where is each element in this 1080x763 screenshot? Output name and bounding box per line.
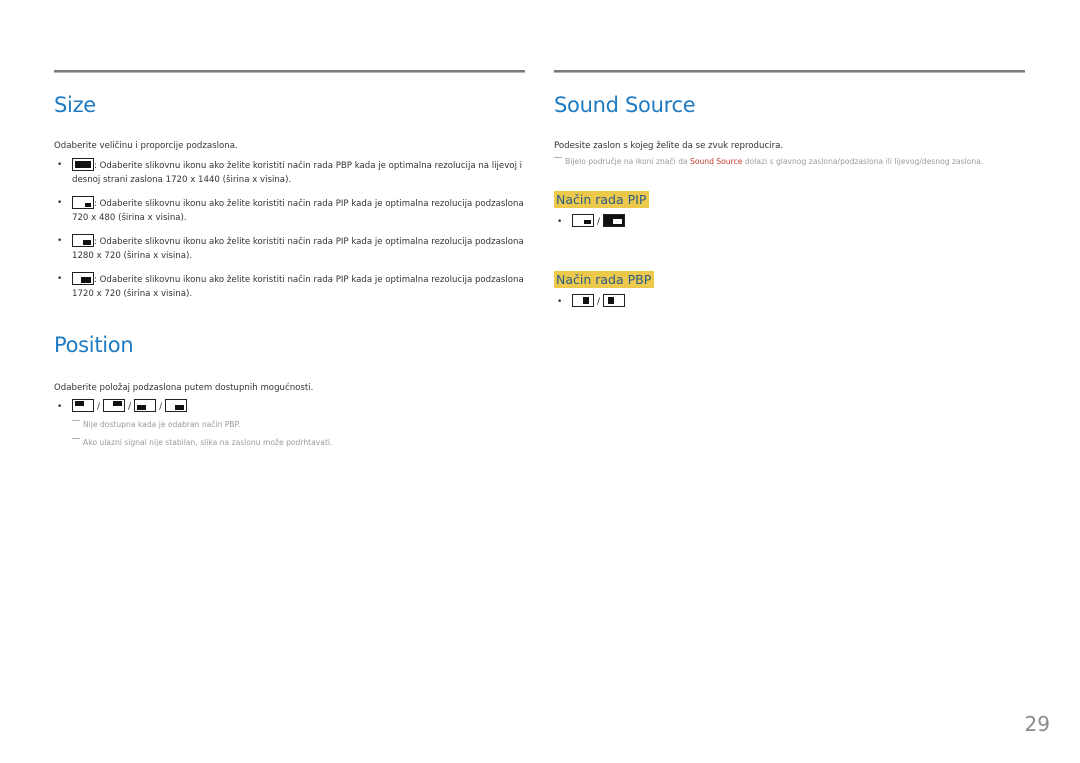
position-notes: Nije dostupna kada je odabran način PBP.… [54,417,525,450]
top-left-position-icon [72,399,94,412]
separator: / [128,402,132,412]
pip-sub-sound-icon [572,214,594,227]
note-text: dolazi s glavnog zaslona/podzaslona ili … [742,157,984,166]
note-dash-icon [72,420,80,421]
list-item: • : Odaberite slikovnu ikonu ako želite … [54,158,525,187]
pip-large-icon [72,272,94,285]
position-options: • / / / [54,399,525,415]
pbp-split-icon [72,158,94,171]
pbp-mode-heading: Način rada PBP [554,271,655,288]
pip-main-sound-icon [603,214,626,227]
size-item-text: : Odaberite slikovnu ikonu ako želite ko… [72,237,524,261]
bullet: • [557,217,563,227]
separator: / [597,217,601,227]
bullet: • [57,274,63,284]
list-item: • : Odaberite slikovnu ikonu ako želite … [54,234,525,263]
bullet: • [57,236,63,246]
size-intro: Odaberite veličinu i proporcije podzaslo… [54,141,238,151]
pbp-sound-options: • / [554,294,1025,310]
page-number: 29 [1024,712,1050,736]
bottom-right-position-icon [165,399,188,412]
sound-source-note: Bijelo područje na ikoni znači da Sound … [554,154,1025,169]
size-item-text: : Odaberite slikovnu ikonu ako želite ko… [72,275,524,299]
bullet: • [57,198,63,208]
bullet: • [557,297,563,307]
section-divider [54,70,525,73]
size-item-text: : Odaberite slikovnu ikonu ako želite ko… [72,161,523,185]
bullet: • [57,160,63,170]
size-options-list: • : Odaberite slikovnu ikonu ako želite … [54,158,525,301]
pip-sound-options: • / [554,214,1025,230]
position-title: Position [54,333,134,357]
bullet: • [57,402,63,412]
pip-mode-heading: Način rada PIP [554,191,650,208]
left-column: Size Odaberite veličinu i proporcije pod… [54,70,525,450]
top-right-position-icon [103,399,126,412]
note-emphasis: Sound Source [690,157,743,166]
position-intro: Odaberite položaj podzaslona putem dostu… [54,383,314,393]
section-divider [554,70,1025,73]
note-dash-icon [554,157,562,158]
size-item-text: : Odaberite slikovnu ikonu ako želite ko… [72,199,524,223]
pip-small-icon [72,196,94,209]
note-text: Ako ulazni signal nije stabilan, slika n… [83,438,333,447]
note: Ako ulazni signal nije stabilan, slika n… [72,435,525,450]
separator: / [97,402,101,412]
right-column: Sound Source Podesite zaslon s kojeg žel… [554,70,1025,310]
separator: / [597,297,601,307]
note-dash-icon [72,438,80,439]
sound-source-title: Sound Source [554,93,696,117]
note: Nije dostupna kada je odabran način PBP. [72,417,525,432]
sound-source-intro: Podesite zaslon s kojeg želite da se zvu… [554,141,784,151]
separator: / [159,402,163,412]
pip-medium-icon [72,234,94,247]
note-text: Nije dostupna kada je odabran način PBP. [83,420,241,429]
note-text: Bijelo područje na ikoni znači da [565,157,691,166]
pbp-right-sound-icon [603,294,626,307]
pbp-left-sound-icon [572,294,594,307]
list-item: • : Odaberite slikovnu ikonu ako želite … [54,272,525,301]
size-title: Size [54,93,96,117]
bottom-left-position-icon [134,399,157,412]
list-item: • : Odaberite slikovnu ikonu ako želite … [54,196,525,225]
